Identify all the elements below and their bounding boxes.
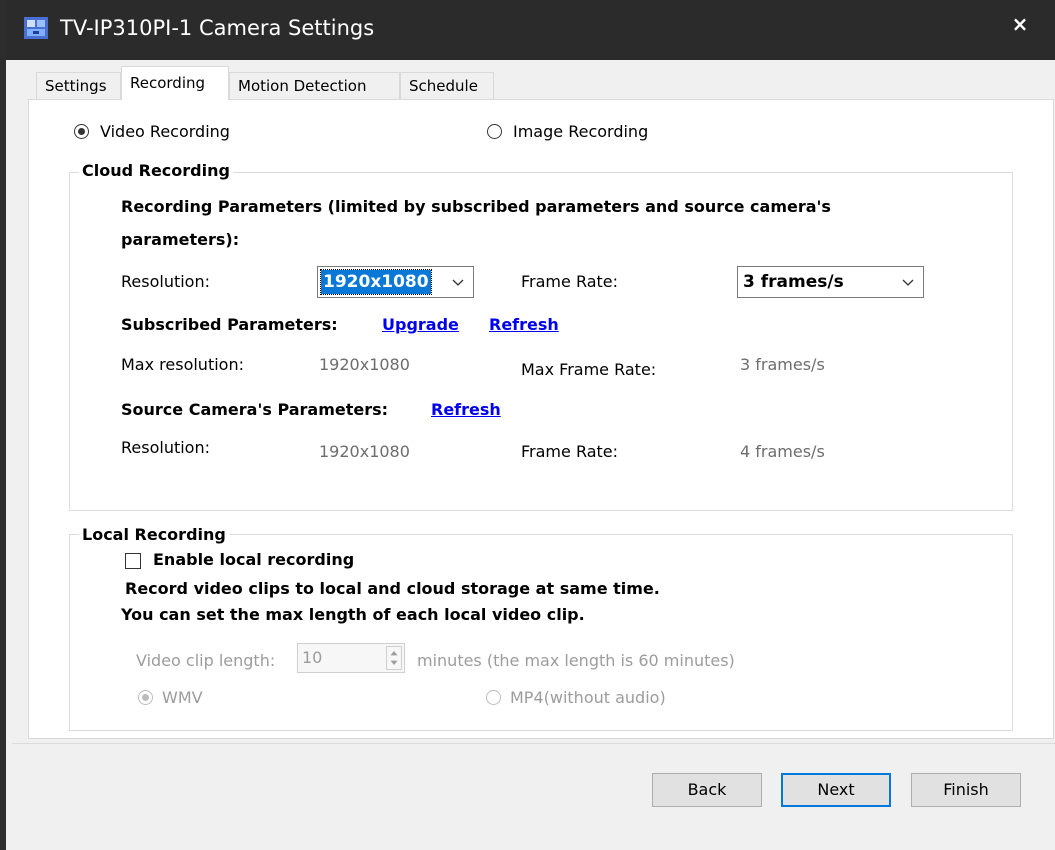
subscribed-refresh-link[interactable]: Refresh [489, 315, 559, 334]
tab-schedule[interactable]: Schedule [400, 72, 494, 99]
tab-settings[interactable]: Settings [36, 72, 121, 99]
local-desc-line2: You can set the max length of each local… [121, 605, 585, 624]
upgrade-link[interactable]: Upgrade [382, 315, 459, 334]
wmv-radio[interactable] [138, 690, 153, 705]
clip-length-label: Video clip length: [136, 651, 276, 670]
window-title: TV-IP310PI-1 Camera Settings [60, 16, 375, 40]
cloud-recording-title: Cloud Recording [79, 161, 233, 180]
max-frame-rate-label: Max Frame Rate: [521, 360, 657, 379]
image-recording-radio[interactable] [487, 124, 502, 139]
tab-recording[interactable]: Recording [121, 66, 229, 100]
video-recording-radio[interactable] [74, 124, 89, 139]
mp4-label[interactable]: MP4(without audio) [510, 688, 666, 707]
max-resolution-value: 1920x1080 [319, 355, 410, 374]
max-resolution-label: Max resolution: [121, 355, 244, 374]
back-button[interactable]: Back [652, 773, 762, 807]
next-button[interactable]: Next [781, 773, 891, 807]
chevron-down-icon [902, 279, 914, 286]
mp4-radio[interactable] [486, 690, 501, 705]
camera-settings-dialog: TV-IP310PI-1 Camera Settings × Settings … [0, 0, 1055, 850]
chevron-down-icon [452, 279, 464, 286]
app-logo-icon [24, 17, 48, 39]
source-frame-rate-label: Frame Rate: [521, 442, 619, 461]
close-button[interactable]: × [1007, 10, 1033, 38]
subscribed-params-heading: Subscribed Parameters: [121, 315, 338, 334]
enable-local-recording-checkbox[interactable] [125, 553, 141, 569]
local-desc-line1: Record video clips to local and cloud st… [125, 579, 660, 598]
recording-panel: Video Recording Image Recording Cloud Re… [28, 99, 1054, 739]
frame-rate-label: Frame Rate: [521, 272, 619, 291]
source-resolution-value: 1920x1080 [319, 442, 410, 461]
local-recording-title: Local Recording [79, 525, 229, 544]
tab-motion-detection[interactable]: Motion Detection [229, 72, 400, 99]
title-bar: TV-IP310PI-1 Camera Settings × [6, 0, 1055, 60]
source-resolution-label: Resolution: [121, 438, 210, 457]
frame-rate-select[interactable]: 3 frames/s [737, 266, 924, 298]
recording-params-heading-cont: parameters): [121, 230, 240, 249]
source-params-heading: Source Camera's Parameters: [121, 400, 389, 419]
resolution-value: 1920x1080 [320, 269, 432, 295]
clip-length-value: 10 [302, 648, 323, 667]
max-frame-rate-value: 3 frames/s [740, 355, 825, 374]
clip-length-spinner[interactable]: 10 [297, 643, 405, 673]
source-frame-rate-value: 4 frames/s [740, 442, 825, 461]
recording-params-heading: Recording Parameters (limited by subscri… [121, 197, 831, 216]
enable-local-recording-label[interactable]: Enable local recording [153, 550, 354, 569]
footer-divider [12, 743, 1055, 744]
spinner-arrows-icon[interactable] [386, 646, 402, 670]
wmv-label[interactable]: WMV [162, 688, 203, 707]
resolution-label: Resolution: [121, 272, 210, 291]
source-refresh-link[interactable]: Refresh [431, 400, 501, 419]
frame-rate-value: 3 frames/s [743, 272, 844, 292]
video-recording-label[interactable]: Video Recording [100, 122, 230, 141]
resolution-select[interactable]: 1920x1080 [317, 266, 474, 298]
image-recording-label[interactable]: Image Recording [513, 122, 648, 141]
finish-button[interactable]: Finish [911, 773, 1021, 807]
clip-length-suffix: minutes (the max length is 60 minutes) [417, 651, 735, 670]
